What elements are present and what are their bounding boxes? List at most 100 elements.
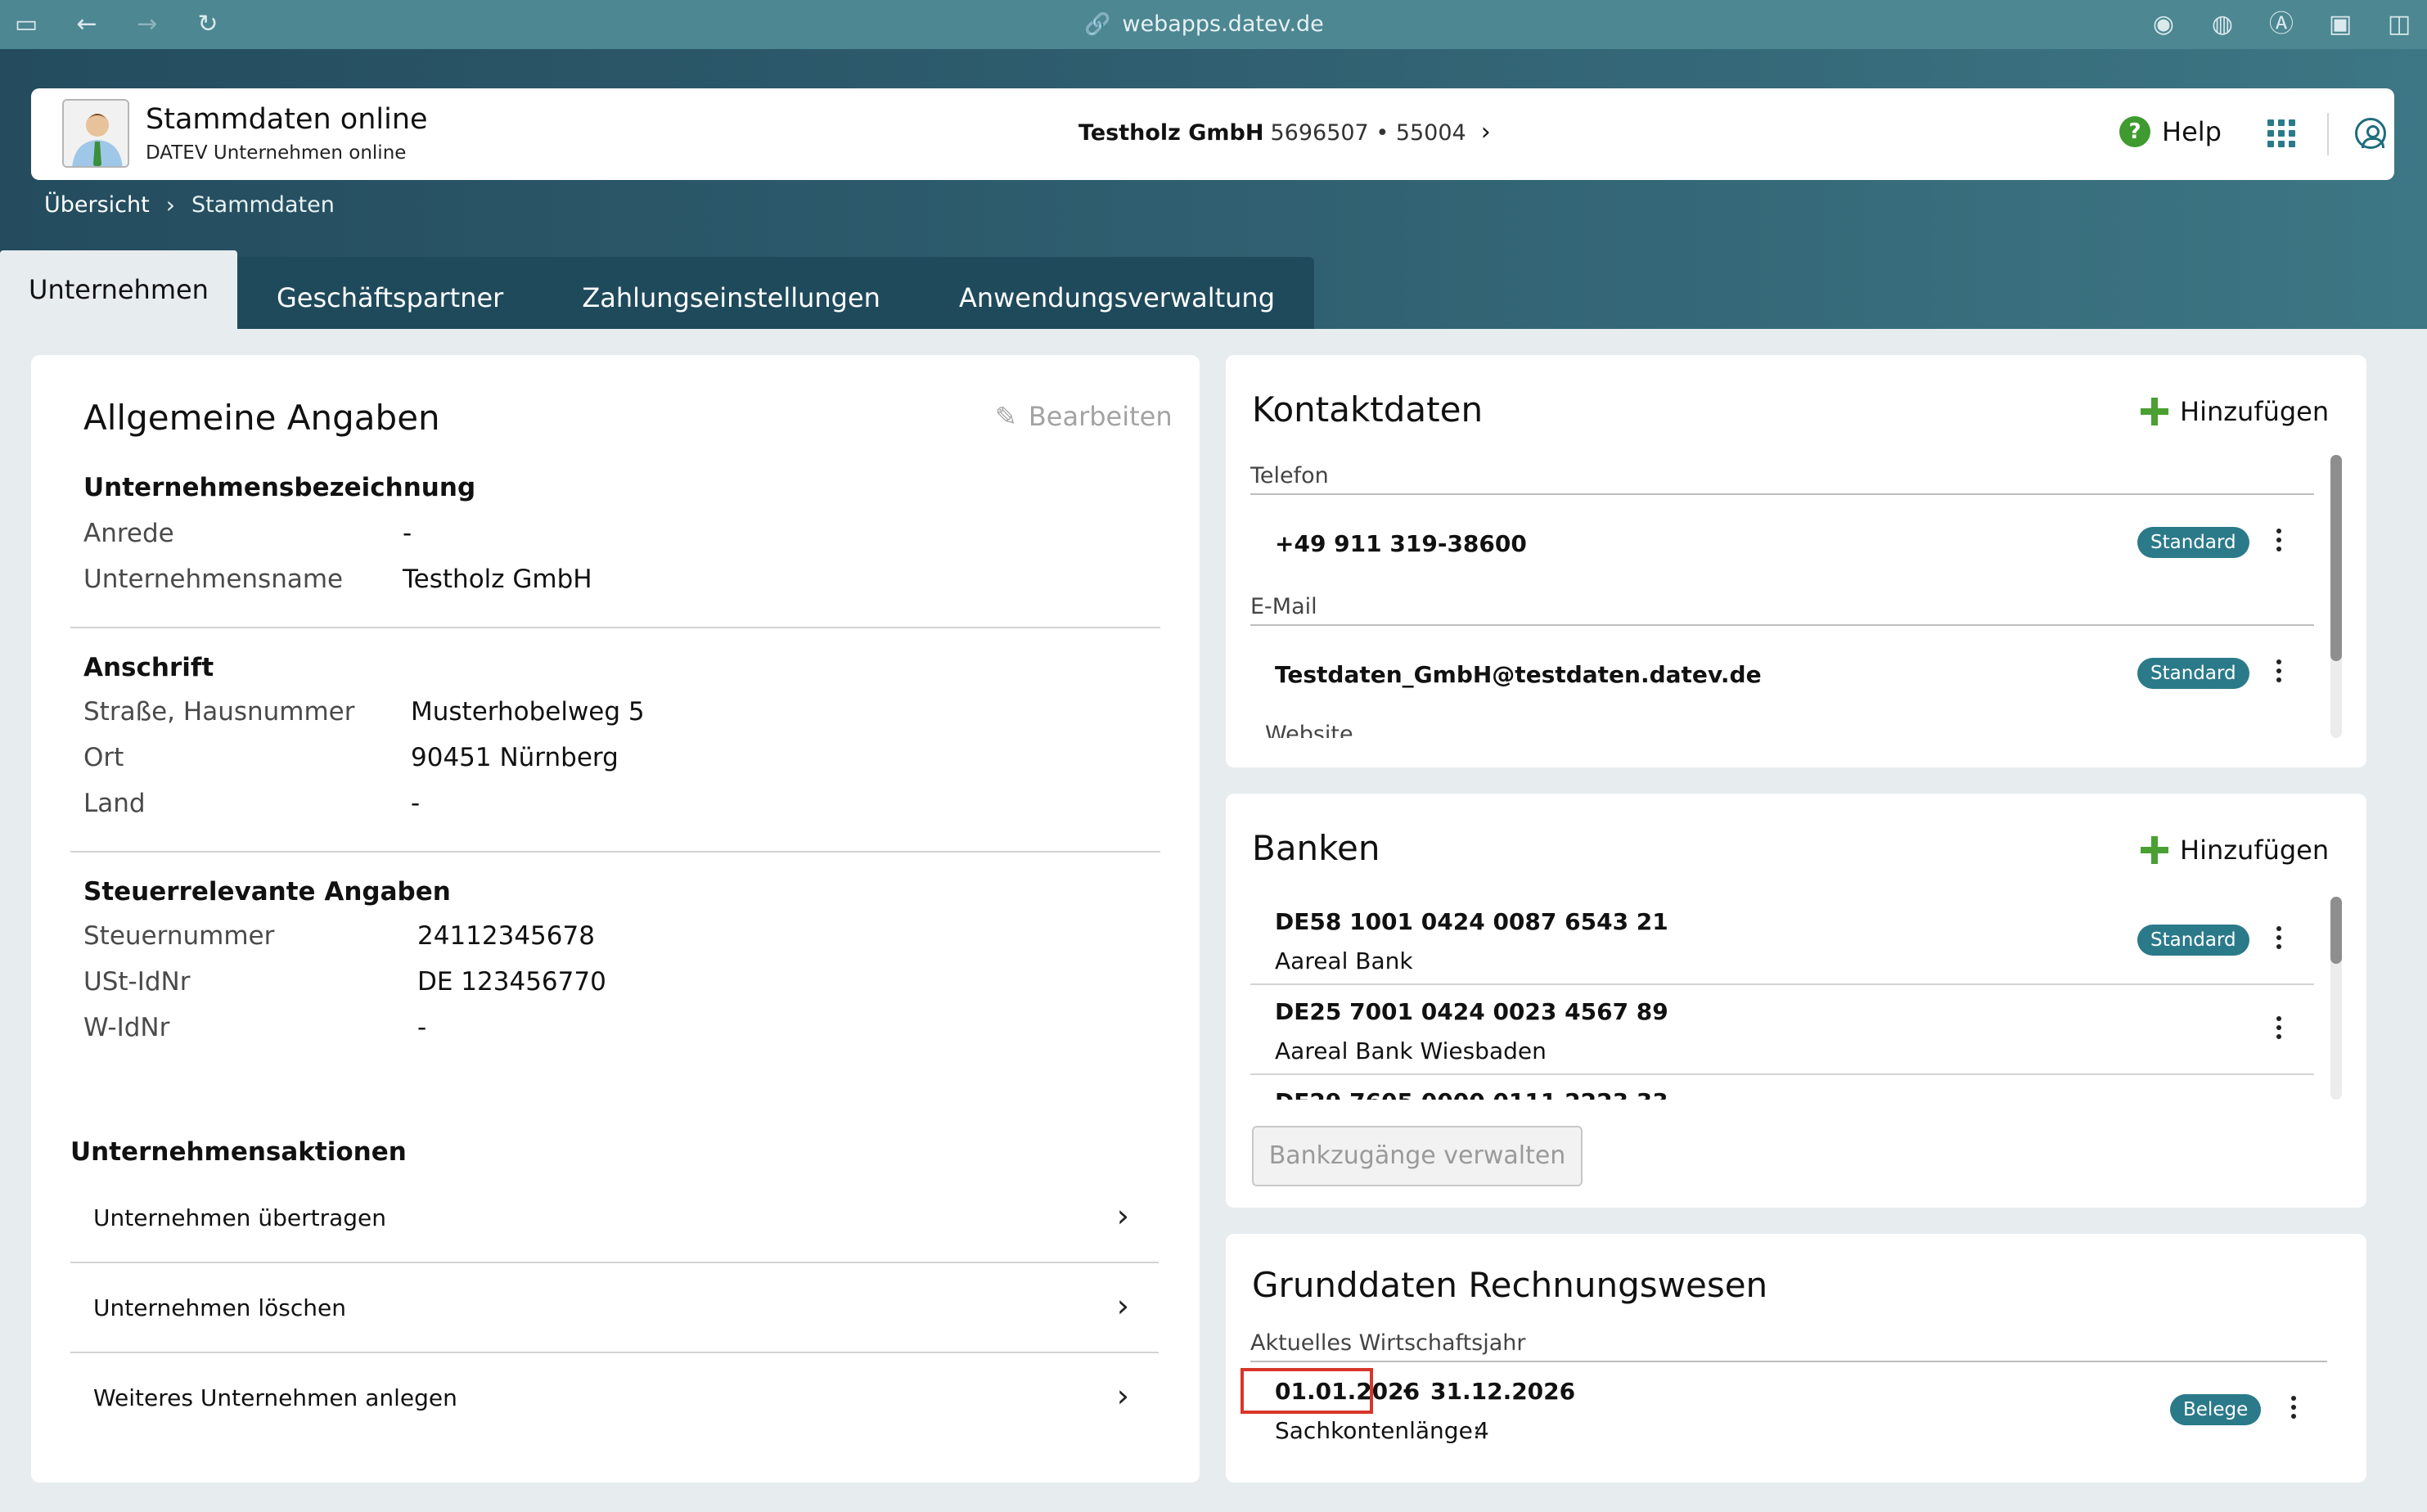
website-clip: Website bbox=[1226, 720, 2339, 738]
help-button[interactable]: ? Help bbox=[2119, 116, 2222, 147]
company-name-value: Testholz GmbH bbox=[403, 565, 592, 594]
main-tabs: Unternehmen Geschäftspartner Zahlungsein… bbox=[0, 250, 1314, 329]
tax-section-title: Steuerrelevante Angaben bbox=[83, 877, 451, 907]
extension-icon[interactable]: ◍ bbox=[2208, 10, 2237, 39]
date-separator: - bbox=[1403, 1376, 1412, 1403]
manage-bank-access-button[interactable]: Bankzugänge verwalten bbox=[1252, 1126, 1583, 1186]
tab-group: Geschäftspartner Zahlungseinstellungen A… bbox=[237, 257, 1314, 329]
bank-name: Aareal Bank bbox=[1275, 947, 1413, 974]
chevron-right-icon: › bbox=[165, 191, 175, 218]
company-section-title: Unternehmensbezeichnung bbox=[83, 473, 476, 502]
status-badge: Standard bbox=[2137, 527, 2249, 558]
reader-icon[interactable]: ▣ bbox=[2326, 10, 2355, 39]
reload-icon[interactable]: ↻ bbox=[193, 10, 223, 39]
header-divider bbox=[2327, 113, 2329, 155]
user-account-icon[interactable] bbox=[2355, 118, 2386, 149]
app-grid-icon[interactable] bbox=[2267, 119, 2295, 147]
status-badge: Standard bbox=[2137, 925, 2249, 956]
more-options-icon[interactable] bbox=[2275, 659, 2283, 689]
forward-icon[interactable]: → bbox=[133, 10, 162, 39]
contact-scrollbar[interactable] bbox=[2330, 455, 2342, 738]
back-icon[interactable]: ← bbox=[72, 10, 101, 39]
contact-card: Kontaktdaten Hinzufügen Telefon +49 911 … bbox=[1226, 355, 2366, 767]
bank-name: Aareal Bank Wiesbaden bbox=[1275, 1037, 1547, 1064]
action-label: Weiteres Unternehmen anlegen bbox=[93, 1384, 457, 1411]
w-id-label: W-IdNr bbox=[83, 1013, 170, 1042]
scrollbar-thumb[interactable] bbox=[2330, 455, 2342, 661]
split-view-icon[interactable]: ◫ bbox=[2384, 10, 2414, 39]
tab-geschaeftspartner[interactable]: Geschäftspartner bbox=[237, 257, 543, 329]
more-options-icon[interactable] bbox=[2275, 1016, 2283, 1046]
fiscal-year-label: Aktuelles Wirtschaftsjahr bbox=[1250, 1330, 2327, 1362]
tax-number-value: 24112345678 bbox=[417, 921, 595, 951]
more-options-icon[interactable] bbox=[2275, 926, 2283, 956]
company-selector[interactable]: Testholz GmbH 5696507 • 55004 › bbox=[1078, 118, 1491, 146]
more-options-icon[interactable] bbox=[2275, 529, 2283, 558]
tab-unternehmen[interactable]: Unternehmen bbox=[0, 250, 237, 329]
chevron-right-icon: › bbox=[1116, 1198, 1129, 1234]
email-group-label: E-Mail bbox=[1250, 594, 2314, 626]
transfer-company-action[interactable]: Unternehmen übertragen › bbox=[70, 1175, 1159, 1263]
banks-card: Banken Hinzufügen DE58 1001 0424 0087 65… bbox=[1226, 794, 2366, 1208]
highlight-box bbox=[1241, 1368, 1373, 1414]
breadcrumb-current: Stammdaten bbox=[191, 192, 335, 218]
bank-iban: DE25 7001 0424 0023 4567 89 bbox=[1275, 998, 1668, 1025]
app-subtitle: DATEV Unternehmen online bbox=[146, 142, 407, 164]
breadcrumb-home[interactable]: Übersicht bbox=[44, 192, 150, 218]
section-divider bbox=[70, 627, 1160, 628]
bank-iban: DE29 7605 0000 0111 2223 33 bbox=[1275, 1088, 1668, 1100]
account-length-value: 4 bbox=[1475, 1417, 1489, 1444]
pencil-icon: ✎ bbox=[995, 401, 1017, 432]
help-icon: ? bbox=[2119, 116, 2150, 147]
plus-icon bbox=[2141, 398, 2168, 425]
tab-anwendungsverwaltung[interactable]: Anwendungsverwaltung bbox=[920, 257, 1314, 329]
documents-badge: Belege bbox=[2170, 1394, 2262, 1425]
row-divider bbox=[1250, 983, 2314, 985]
email-value: Testdaten_GmbH@testdaten.datev.de bbox=[1275, 661, 1762, 688]
app-title: Stammdaten online bbox=[146, 103, 428, 136]
more-options-icon[interactable] bbox=[2290, 1396, 2298, 1425]
row-divider bbox=[1250, 1073, 2314, 1075]
add-contact-button[interactable]: Hinzufügen bbox=[2141, 396, 2329, 427]
add-bank-button[interactable]: Hinzufügen bbox=[2141, 835, 2329, 866]
fiscal-year-end: 31.12.2026 bbox=[1430, 1378, 1576, 1405]
privacy-icon[interactable]: ◉ bbox=[2149, 10, 2178, 39]
vat-id-label: USt-IdNr bbox=[83, 967, 191, 997]
website-group-label: Website bbox=[1265, 722, 1353, 738]
accounting-title: Grunddaten Rechnungswesen bbox=[1252, 1265, 1768, 1305]
banks-scrollbar[interactable] bbox=[2330, 897, 2342, 1100]
status-badge: Standard bbox=[2137, 658, 2249, 689]
delete-company-action[interactable]: Unternehmen löschen › bbox=[70, 1265, 1159, 1353]
salutation-label: Anrede bbox=[83, 519, 174, 548]
salutation-value: - bbox=[403, 519, 412, 548]
actions-section-title: Unternehmensaktionen bbox=[70, 1137, 407, 1167]
bank-list-clip: DE29 7605 0000 0111 2223 33 bbox=[1226, 1083, 2339, 1100]
translate-icon[interactable]: Ⓐ bbox=[2267, 10, 2296, 39]
browser-toolbar: ▭ ← → ↻ 🔗 webapps.datev.de ◉ ◍ Ⓐ ▣ ◫ bbox=[0, 0, 2427, 49]
sidebar-toggle-icon[interactable]: ▭ bbox=[11, 10, 41, 39]
chevron-right-icon: › bbox=[1116, 1288, 1129, 1324]
country-label: Land bbox=[83, 789, 146, 818]
action-label: Unternehmen löschen bbox=[93, 1294, 346, 1321]
edit-label: Bearbeiten bbox=[1028, 401, 1173, 432]
country-value: - bbox=[411, 789, 421, 818]
app-logo-icon bbox=[62, 99, 129, 168]
vat-id-value: DE 123456770 bbox=[417, 967, 606, 997]
company-ids: 5696507 • 55004 bbox=[1270, 120, 1466, 146]
banks-title: Banken bbox=[1252, 828, 1380, 868]
create-company-action[interactable]: Weiteres Unternehmen anlegen › bbox=[70, 1355, 1159, 1443]
account-length-label: Sachkontenlänge: bbox=[1275, 1417, 1481, 1444]
url-text: webapps.datev.de bbox=[1122, 11, 1324, 37]
phone-group-label: Telefon bbox=[1250, 463, 2314, 495]
link-icon: 🔗 bbox=[1084, 12, 1111, 37]
edit-button[interactable]: ✎ Bearbeiten bbox=[995, 401, 1173, 432]
address-bar[interactable]: 🔗 webapps.datev.de bbox=[1084, 8, 1324, 41]
general-info-title: Allgemeine Angaben bbox=[83, 398, 440, 438]
add-label: Hinzufügen bbox=[2180, 835, 2330, 866]
action-label: Unternehmen übertragen bbox=[93, 1204, 386, 1231]
street-label: Straße, Hausnummer bbox=[83, 697, 355, 727]
address-section-title: Anschrift bbox=[83, 653, 214, 682]
tab-zahlungseinstellungen[interactable]: Zahlungseinstellungen bbox=[543, 257, 920, 329]
scrollbar-thumb[interactable] bbox=[2330, 897, 2342, 964]
company-name: Testholz GmbH bbox=[1078, 120, 1264, 146]
